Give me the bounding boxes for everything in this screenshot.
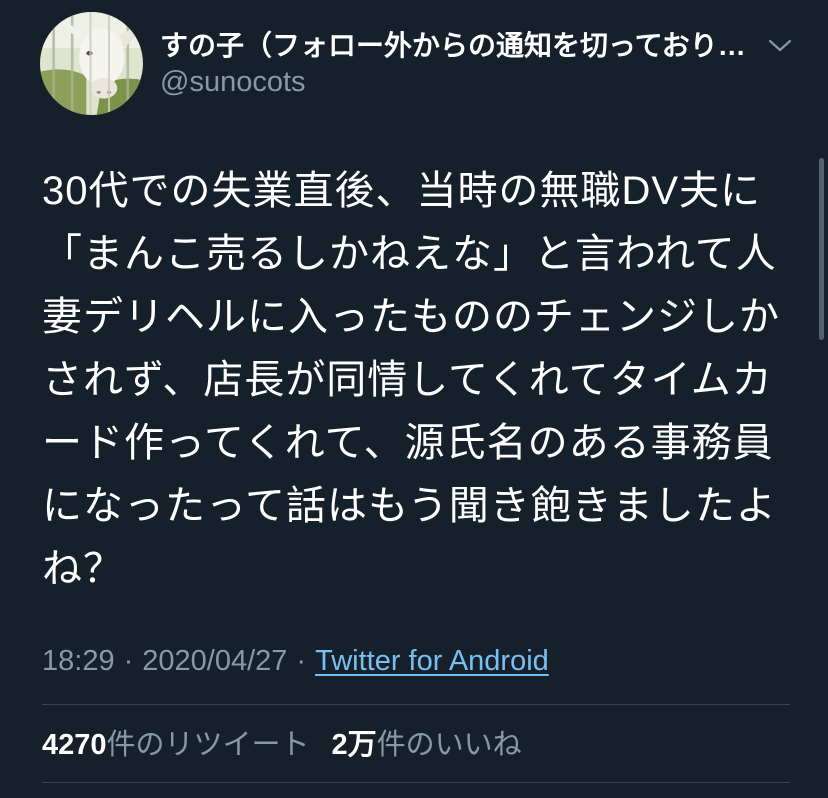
chevron-down-icon[interactable] xyxy=(767,33,793,59)
username[interactable]: @sunocots xyxy=(160,64,306,100)
display-name[interactable]: すの子（フォロー外からの通知を切っており… xyxy=(160,28,746,64)
tweet-text: 30代での失業直後、当時の無職DV夫に 「まんこ売るしかねえな」と言われて人 妻… xyxy=(42,160,780,601)
tweet-stats: 4270件のリツイート 2万件のいいね xyxy=(42,727,544,763)
tweet-text-line: になったって話はもう聞き飽きましたよ xyxy=(42,484,777,528)
tweet-text-line: ード作ってくれて、源氏名のある事務員 xyxy=(42,421,774,465)
meta-separator: · xyxy=(296,645,307,677)
tweet-text-line: 「まんこ売るしかねえな」と言われて人 xyxy=(42,232,777,276)
divider xyxy=(42,782,790,783)
like-count: 2万 xyxy=(331,729,377,761)
tweet-source-link[interactable]: Twitter for Android xyxy=(315,645,549,677)
retweets-stat[interactable]: 4270件のリツイート xyxy=(42,727,310,763)
tweet-date: 2020/04/27 xyxy=(142,645,288,677)
goat-avatar-photo xyxy=(40,12,143,115)
like-label: 件のいいね xyxy=(376,729,522,761)
avatar[interactable] xyxy=(40,12,143,115)
retweet-label: 件のリツイート xyxy=(106,729,310,761)
tweet-timestamp: 18:29 · 2020/04/27 · Twitter for Android xyxy=(42,643,549,679)
tweet-text-line: 妻デリヘルに入ったもののチェンジしか xyxy=(42,295,780,339)
divider xyxy=(42,704,790,705)
tweet-detail-screen: すの子（フォロー外からの通知を切っており… @sunocots 30代での失業直… xyxy=(0,0,828,798)
tweet-menu-button[interactable] xyxy=(767,33,793,59)
tweet-text-line: されず、店長が同情してくれてタイムカ xyxy=(42,358,773,402)
tweet-text-line: ね？ xyxy=(42,547,124,591)
scrollbar[interactable] xyxy=(819,158,824,340)
likes-stat[interactable]: 2万件のいいね xyxy=(332,727,522,763)
retweet-count: 4270 xyxy=(42,729,107,761)
tweet-time: 18:29 xyxy=(42,645,115,677)
meta-separator: · xyxy=(123,645,134,677)
tweet-text-line: 30代での失業直後、当時の無職DV夫に xyxy=(42,169,762,213)
